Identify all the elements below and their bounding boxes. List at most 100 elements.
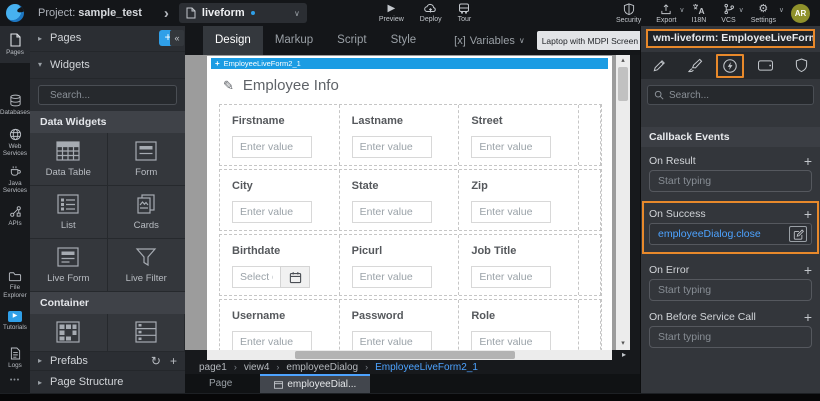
security-button[interactable]: Security: [616, 3, 641, 24]
widget-tile-data-table[interactable]: Data Table: [30, 133, 108, 186]
field-input-picurl[interactable]: [352, 266, 432, 288]
widget-tile-layout-grid[interactable]: [30, 314, 108, 351]
form-field-state[interactable]: State: [340, 170, 460, 230]
events-tab[interactable]: [716, 54, 744, 78]
rail-item-logs[interactable]: Logs: [0, 340, 30, 377]
styles-tab[interactable]: [680, 58, 710, 73]
widget-tile-live-form[interactable]: Live Form: [30, 239, 108, 292]
page-structure-header[interactable]: ▸ Page Structure: [30, 371, 185, 393]
page-selector[interactable]: liveform ∨: [179, 3, 307, 23]
on-before-service-call-input[interactable]: [649, 326, 812, 348]
rail-item-apis[interactable]: APIs: [0, 198, 30, 235]
canvas-page[interactable]: + EmployeeLiveForm2_1 ✎ Employee Info Fi…: [207, 56, 612, 350]
breadcrumb-item-current[interactable]: EmployeeLiveForm2_1: [375, 362, 478, 373]
breadcrumb-item-page1[interactable]: page1: [199, 362, 227, 373]
form-field-role[interactable]: Role: [459, 300, 579, 350]
edit-action-button[interactable]: [789, 226, 807, 242]
refresh-prefabs-icon[interactable]: ↻: [151, 354, 161, 368]
prefabs-section-header[interactable]: ▸ Prefabs ↻ +: [30, 352, 185, 372]
selected-widget-bar[interactable]: + EmployeeLiveForm2_1: [211, 58, 608, 69]
canvas-horizontal-scrollbar[interactable]: ▸: [185, 350, 640, 360]
hscroll-thumb[interactable]: [295, 351, 515, 359]
field-input-state[interactable]: [352, 201, 432, 223]
form-field-zip[interactable]: Zip: [459, 170, 579, 230]
add-on-success-action-button[interactable]: +: [804, 207, 812, 221]
add-on-error-action-button[interactable]: +: [804, 263, 812, 277]
add-prefab-icon[interactable]: +: [170, 354, 177, 368]
properties-tab[interactable]: [644, 58, 674, 73]
form-field-jobtitle[interactable]: Job Title: [459, 235, 579, 295]
rail-item-file-explorer[interactable]: File Explorer: [0, 266, 30, 303]
form-field-username[interactable]: Username: [220, 300, 340, 350]
rail-more-button[interactable]: •••: [0, 377, 30, 393]
calendar-button[interactable]: [280, 266, 310, 288]
rail-item-databases[interactable]: Databases: [0, 87, 30, 124]
form-field-password[interactable]: Password: [340, 300, 460, 350]
vcs-button[interactable]: ∨ VCS: [721, 3, 735, 24]
form-field-picurl[interactable]: Picurl: [340, 235, 460, 295]
wavemaker-logo-icon[interactable]: [6, 4, 24, 22]
tour-button[interactable]: Tour: [458, 3, 472, 23]
rail-item-tutorials[interactable]: ▶ Tutorials: [0, 303, 30, 340]
widget-search-input[interactable]: [50, 90, 182, 101]
edit-pencil-icon[interactable]: ✎: [223, 78, 234, 94]
widget-tile-form[interactable]: Form: [108, 133, 186, 186]
field-input-city[interactable]: [232, 201, 312, 223]
scroll-down-icon[interactable]: ▾: [621, 338, 625, 350]
brush-icon: [687, 58, 703, 73]
field-input-street[interactable]: [471, 136, 551, 158]
form-field-lastname[interactable]: Lastname: [340, 105, 460, 165]
breadcrumb-item-view4[interactable]: view4: [244, 362, 270, 373]
rail-item-web-services[interactable]: Web Services: [0, 124, 30, 161]
user-avatar[interactable]: AR: [791, 4, 810, 23]
add-on-result-action-button[interactable]: +: [804, 154, 812, 168]
on-success-action-link[interactable]: employeeDialog.close: [658, 228, 761, 240]
field-input-firstname[interactable]: [232, 136, 312, 158]
field-input-jobtitle[interactable]: [471, 266, 551, 288]
on-result-input[interactable]: [649, 170, 812, 192]
widget-tile-live-filter[interactable]: Live Filter: [108, 239, 186, 292]
widget-tile-accordion[interactable]: [108, 314, 186, 351]
on-success-value[interactable]: employeeDialog.close: [649, 223, 812, 245]
scroll-up-icon[interactable]: ▴: [621, 55, 625, 67]
vscroll-thumb[interactable]: [618, 67, 628, 101]
field-input-role[interactable]: [471, 331, 551, 350]
tab-page[interactable]: Page: [195, 374, 246, 393]
collapse-palette-button[interactable]: «: [170, 30, 184, 46]
event-label: On Before Service Call: [649, 311, 756, 323]
tab-script[interactable]: Script: [325, 26, 378, 55]
widget-tile-list[interactable]: List: [30, 186, 108, 239]
form-field-city[interactable]: City: [220, 170, 340, 230]
tab-design[interactable]: Design: [203, 26, 263, 55]
field-input-birthdate[interactable]: [232, 266, 280, 288]
preview-button[interactable]: ▶ Preview: [379, 3, 404, 23]
on-error-input[interactable]: [649, 279, 812, 301]
widgets-section-header[interactable]: ▾ Widgets: [30, 52, 185, 80]
i18n-button[interactable]: A I18N: [692, 3, 707, 24]
field-input-lastname[interactable]: [352, 136, 432, 158]
device-tab[interactable]: [751, 59, 781, 72]
deploy-button[interactable]: Deploy: [420, 3, 442, 23]
tab-markup[interactable]: Markup: [263, 26, 325, 55]
variables-button[interactable]: [x] Variables ∨: [454, 35, 525, 47]
add-on-before-service-call-action-button[interactable]: +: [804, 310, 812, 324]
form-field-street[interactable]: Street: [459, 105, 579, 165]
rail-item-java-services[interactable]: Java Services: [0, 161, 30, 198]
rail-item-pages[interactable]: Pages: [0, 26, 30, 63]
property-search-input[interactable]: [669, 90, 807, 101]
tab-employee-dialog[interactable]: employeeDial...: [260, 374, 370, 393]
field-input-password[interactable]: [352, 331, 432, 350]
form-field-birthdate[interactable]: Birthdate: [220, 235, 340, 295]
security-tab[interactable]: [787, 58, 817, 73]
settings-button[interactable]: ⚙ ∨ Settings: [751, 3, 776, 24]
field-input-zip[interactable]: [471, 201, 551, 223]
export-button[interactable]: ∨ Export: [656, 3, 676, 24]
scroll-right-icon[interactable]: ▸: [622, 350, 626, 360]
field-input-username[interactable]: [232, 331, 312, 350]
tab-style[interactable]: Style: [379, 26, 429, 55]
widget-tile-cards[interactable]: Cards: [108, 186, 186, 239]
breadcrumb-item-employeedialog[interactable]: employeeDialog: [286, 362, 358, 373]
canvas-vertical-scrollbar[interactable]: ▴ ▾: [616, 55, 630, 350]
form-field-firstname[interactable]: Firstname: [220, 105, 340, 165]
pages-section-header[interactable]: ▸ Pages +: [30, 26, 185, 52]
